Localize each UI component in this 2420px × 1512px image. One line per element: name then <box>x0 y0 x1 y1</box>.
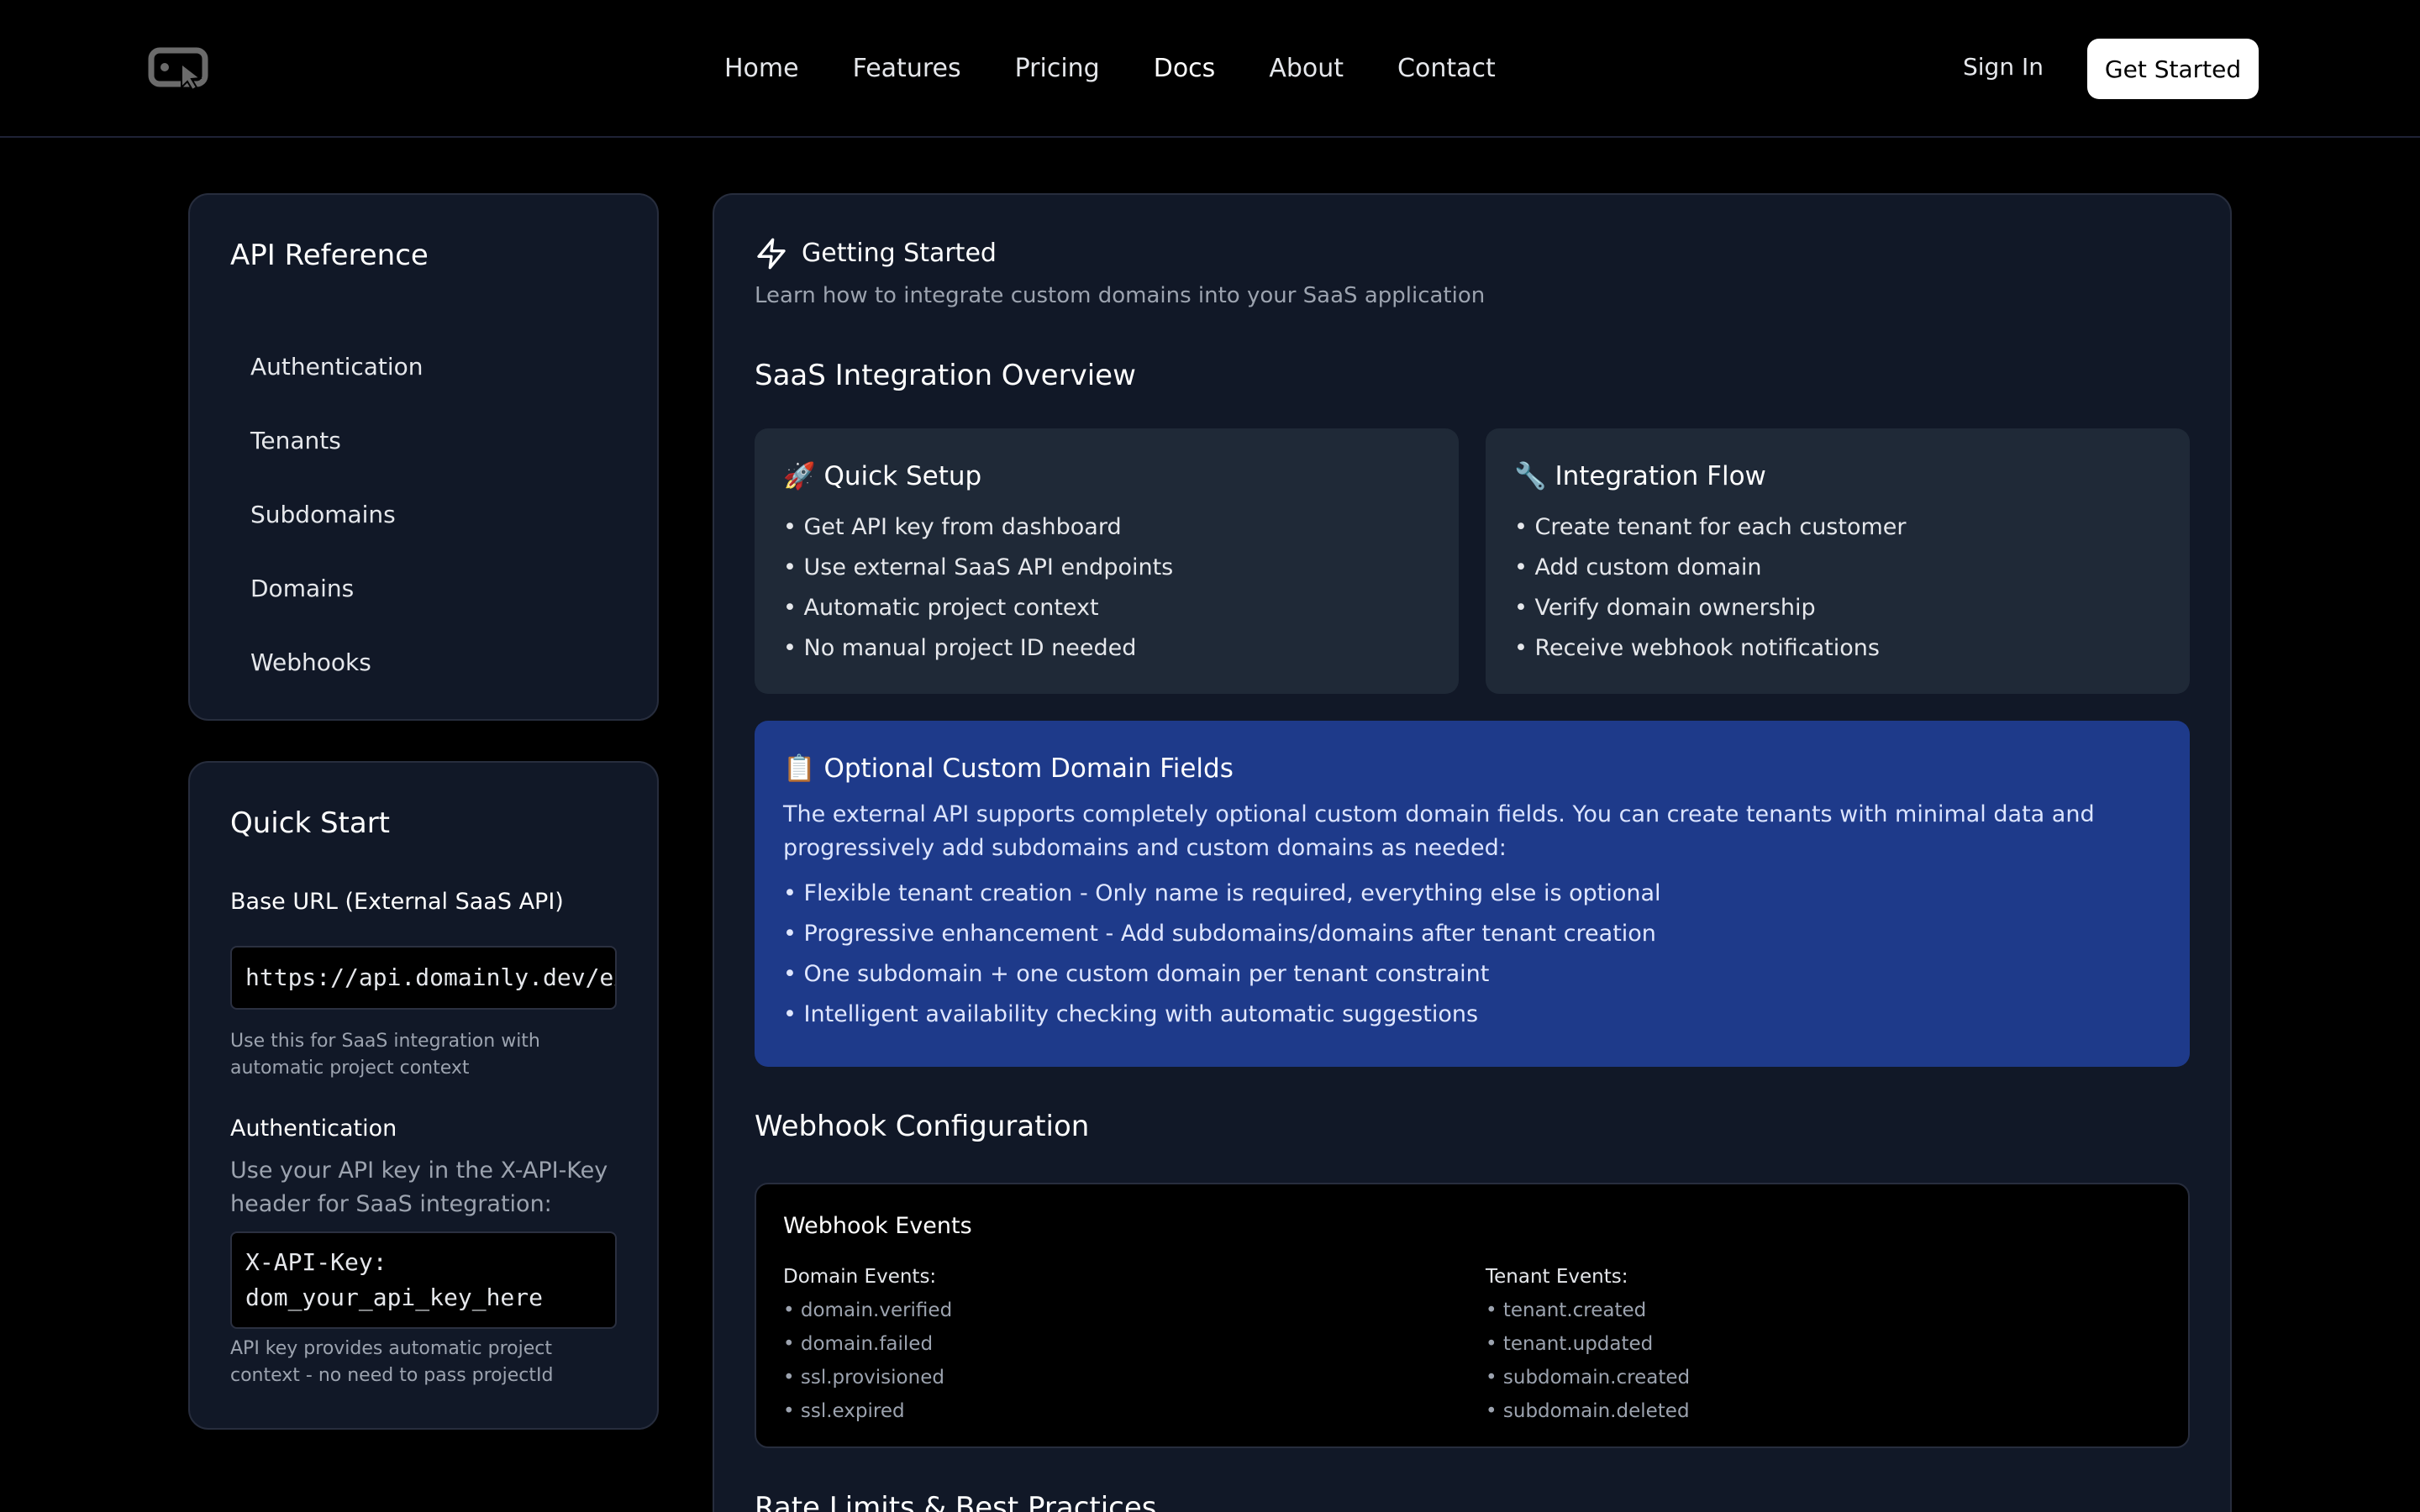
list-item: • domain.verified <box>783 1299 953 1321</box>
main-nav: Home Features Pricing Docs About Contact <box>724 50 1549 87</box>
optional-fields-list: • Flexible tenant creation - Only name i… <box>783 874 1661 1035</box>
integration-flow-list: • Create tenant for each customer • Add … <box>1514 507 1907 669</box>
tenant-events-heading: Tenant Events: <box>1486 1266 1628 1288</box>
list-item: • Intelligent availability checking with… <box>783 1001 1479 1027</box>
nav-contact[interactable]: Contact <box>1397 50 1496 87</box>
top-navbar: Home Features Pricing Docs About Contact… <box>0 0 2420 138</box>
api-reference-card: API Reference Authentication Tenants Sub… <box>188 193 659 721</box>
auth-description: Use your API key in the X-API-Key header… <box>230 1158 608 1217</box>
quick-setup-list: • Get API key from dashboard • Use exter… <box>783 507 1173 669</box>
nav-home[interactable]: Home <box>724 50 799 87</box>
nav-about[interactable]: About <box>1269 50 1344 87</box>
rate-limits-title: Rate Limits & Best Practices <box>755 1491 1157 1512</box>
nav-docs[interactable]: Docs <box>1154 50 1216 87</box>
list-item: • ssl.expired <box>783 1400 905 1422</box>
list-item: • domain.failed <box>783 1333 934 1355</box>
sign-in-link[interactable]: Sign In <box>1963 50 2044 84</box>
tenant-events-column: Tenant Events: • tenant.created • tenant… <box>1486 1260 1690 1428</box>
auth-note: API key provides automatic project conte… <box>230 1338 554 1386</box>
list-item: • Use external SaaS API endpoints <box>783 554 1174 580</box>
sidebar-item-subdomains[interactable]: Subdomains <box>230 477 620 551</box>
auth-label: Authentication <box>230 1116 397 1142</box>
base-url-note: Use this for SaaS integration with autom… <box>230 1031 540 1079</box>
sidebar-item-webhooks[interactable]: Webhooks <box>230 625 620 699</box>
auth-code[interactable]: X-API-Key: dom_your_api_key_here <box>230 1231 617 1329</box>
sidebar-item-domains[interactable]: Domains <box>230 551 620 625</box>
getting-started-subtitle: Learn how to integrate custom domains in… <box>755 283 1486 308</box>
quick-setup-title: 🚀 Quick Setup <box>783 461 982 491</box>
list-item: • subdomain.deleted <box>1486 1400 1690 1422</box>
list-item: • subdomain.created <box>1486 1367 1691 1389</box>
list-item: • Verify domain ownership <box>1514 595 1816 621</box>
list-item: • Get API key from dashboard <box>783 514 1122 540</box>
optional-fields-description: The external API supports completely opt… <box>783 801 2095 861</box>
optional-fields-title: 📋 Optional Custom Domain Fields <box>783 753 1234 784</box>
list-item: • Receive webhook notifications <box>1514 635 1880 661</box>
list-item: • Add custom domain <box>1514 554 1762 580</box>
optional-fields-callout: 📋 Optional Custom Domain Fields The exte… <box>755 721 2190 1067</box>
api-reference-title: API Reference <box>230 239 429 272</box>
quick-setup-box: 🚀 Quick Setup • Get API key from dashboa… <box>755 428 1459 694</box>
api-reference-list: Authentication Tenants Subdomains Domain… <box>230 329 620 699</box>
list-item: • Create tenant for each customer <box>1514 514 1907 540</box>
auth-code-line-2: dom_your_api_key_here <box>245 1284 544 1311</box>
lightning-icon <box>757 238 786 270</box>
getting-started-title: Getting Started <box>802 239 997 268</box>
auth-code-line-1: X-API-Key: <box>245 1248 387 1276</box>
domain-events-column: Domain Events: • domain.verified • domai… <box>783 1260 952 1428</box>
integration-flow-box: 🔧 Integration Flow • Create tenant for e… <box>1486 428 2190 694</box>
integration-flow-title: 🔧 Integration Flow <box>1514 461 1766 491</box>
quick-start-card: Quick Start Base URL (External SaaS API)… <box>188 761 659 1430</box>
overview-title: SaaS Integration Overview <box>755 359 1136 392</box>
sidebar-item-authentication[interactable]: Authentication <box>230 329 620 403</box>
list-item: • Progressive enhancement - Add subdomai… <box>783 921 1656 947</box>
list-item: • ssl.provisioned <box>783 1367 944 1389</box>
nav-features[interactable]: Features <box>853 50 961 87</box>
webhook-events-box: Webhook Events Domain Events: • domain.v… <box>755 1183 2190 1448</box>
quick-start-title: Quick Start <box>230 806 391 840</box>
docs-main-card: Getting Started Learn how to integrate c… <box>713 193 2232 1512</box>
webhook-config-title: Webhook Configuration <box>755 1110 1090 1143</box>
list-item: • tenant.updated <box>1486 1333 1654 1355</box>
base-url-code[interactable]: https://api.domainly.dev/external <box>230 946 617 1010</box>
logo-icon[interactable] <box>148 47 212 91</box>
get-started-button[interactable]: Get Started <box>2087 39 2259 99</box>
sidebar-item-tenants[interactable]: Tenants <box>230 403 620 477</box>
list-item: • Flexible tenant creation - Only name i… <box>783 880 1661 906</box>
webhook-events-title: Webhook Events <box>783 1213 972 1239</box>
base-url-label: Base URL (External SaaS API) <box>230 889 564 915</box>
list-item: • One subdomain + one custom domain per … <box>783 961 1490 987</box>
nav-pricing[interactable]: Pricing <box>1015 50 1100 87</box>
list-item: • Automatic project context <box>783 595 1099 621</box>
list-item: • No manual project ID needed <box>783 635 1137 661</box>
domain-events-heading: Domain Events: <box>783 1266 937 1288</box>
list-item: • tenant.created <box>1486 1299 1647 1321</box>
